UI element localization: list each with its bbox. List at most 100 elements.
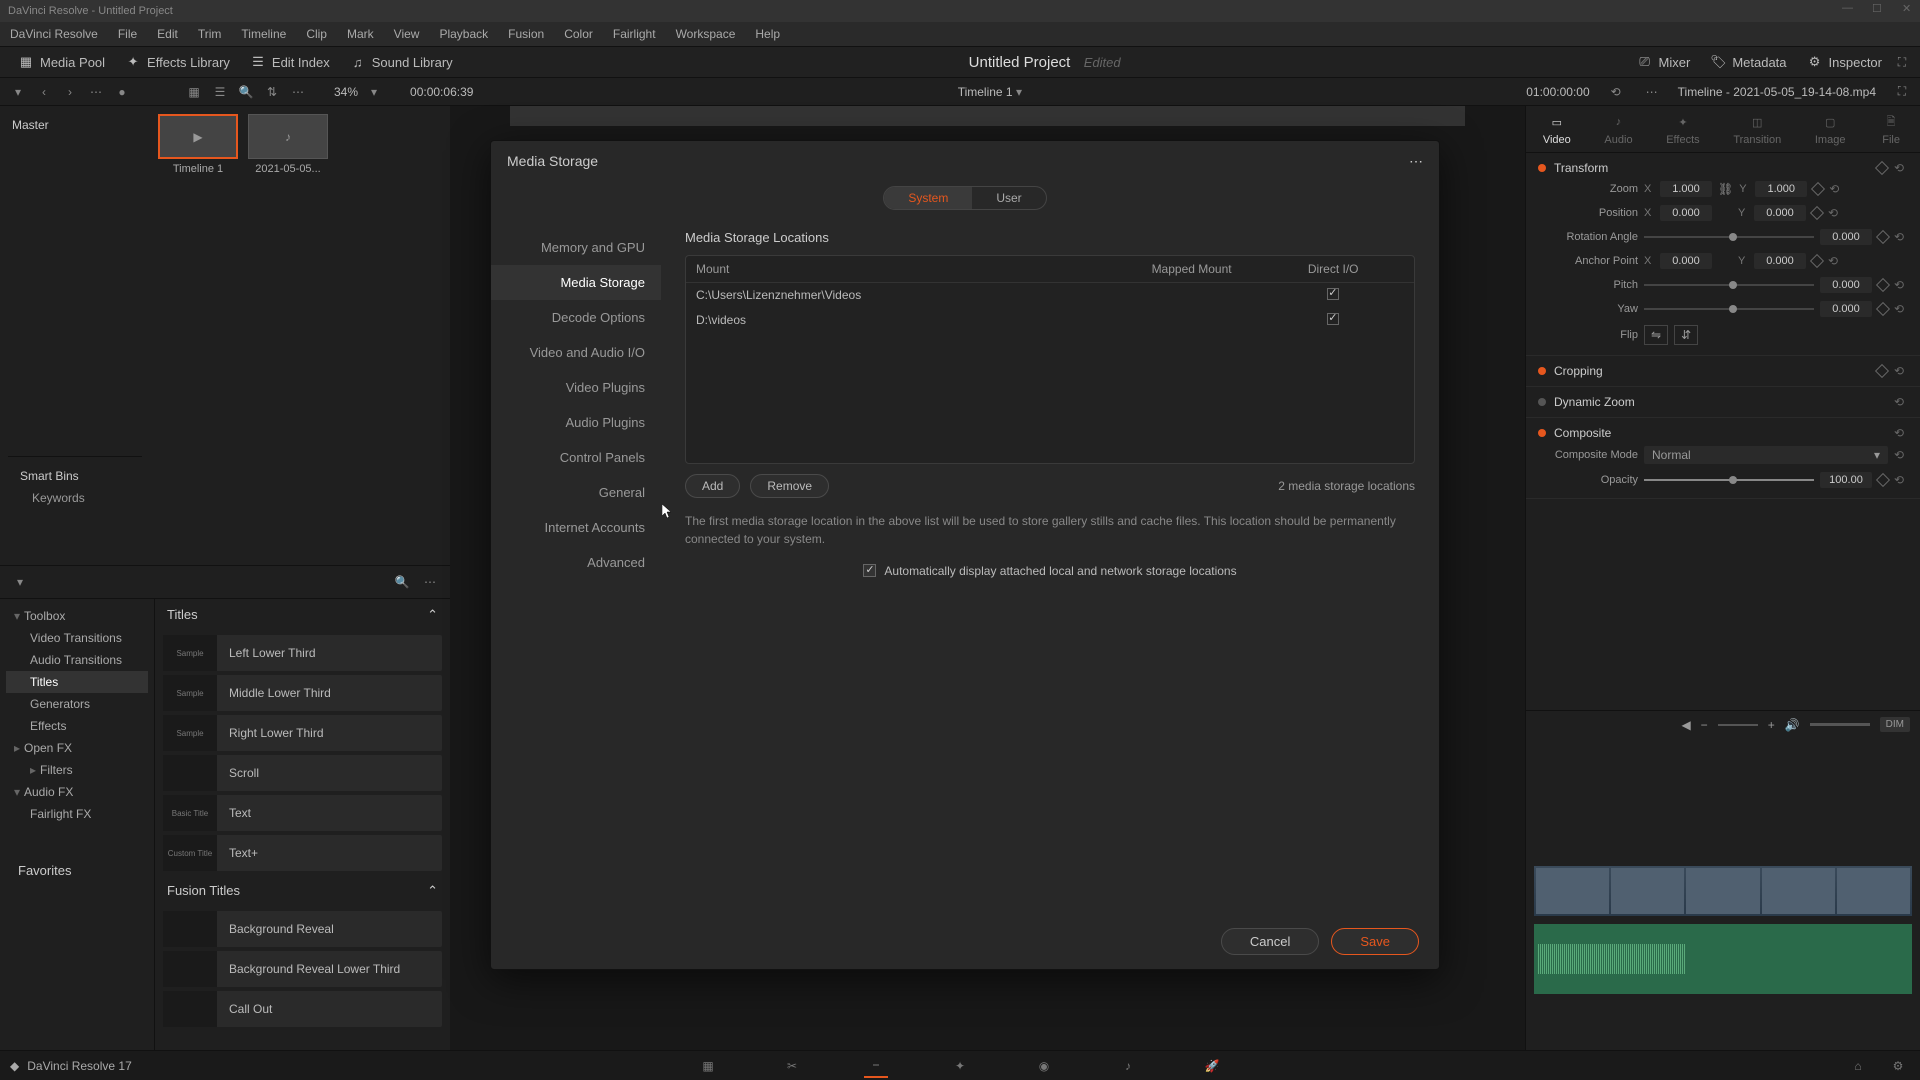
- fx-item[interactable]: Background Reveal: [163, 911, 442, 947]
- save-button[interactable]: Save: [1331, 928, 1419, 955]
- fx-item[interactable]: Background Reveal Lower Third: [163, 951, 442, 987]
- expand-inspector-icon[interactable]: ⛶: [1892, 82, 1912, 102]
- comp-mode-select[interactable]: Normal▾: [1644, 446, 1888, 464]
- audio-track[interactable]: [1534, 924, 1912, 994]
- reset-icon[interactable]: ⟲: [1894, 278, 1908, 292]
- media-page-icon[interactable]: ▦: [696, 1054, 720, 1078]
- fx-tree-video-transitions[interactable]: Video Transitions: [6, 627, 148, 649]
- viewer-options-icon[interactable]: ⋯: [1642, 82, 1662, 102]
- menu-fusion[interactable]: Fusion: [498, 23, 554, 45]
- keyframe-icon[interactable]: [1875, 364, 1889, 378]
- fx-tree-toolbox[interactable]: ▾Toolbox: [6, 605, 148, 627]
- sync-icon[interactable]: ⟲: [1606, 82, 1626, 102]
- collapse-icon[interactable]: ⌃: [427, 607, 438, 623]
- reset-icon[interactable]: ⟲: [1894, 302, 1908, 316]
- pitch-slider[interactable]: [1644, 284, 1814, 286]
- keyframe-icon[interactable]: [1876, 473, 1890, 487]
- col-mapped[interactable]: Mapped Mount: [1121, 262, 1263, 276]
- menu-timeline[interactable]: Timeline: [231, 23, 296, 45]
- zoom-level[interactable]: 34%: [334, 85, 358, 99]
- pitch-input[interactable]: 0.000: [1820, 277, 1872, 293]
- favorites-header[interactable]: Favorites: [6, 855, 148, 886]
- add-button[interactable]: Add: [685, 474, 740, 498]
- transform-header[interactable]: Transform ⟲: [1538, 159, 1908, 177]
- menu-clip[interactable]: Clip: [296, 23, 337, 45]
- list-view-icon[interactable]: ☰: [210, 82, 230, 102]
- fairlight-page-icon[interactable]: ♪: [1116, 1054, 1140, 1078]
- storage-row[interactable]: D:\videos: [686, 308, 1414, 333]
- clip-thumb[interactable]: ♪ 2021-05-05...: [248, 114, 328, 175]
- inspector-button[interactable]: ⚙Inspector: [1797, 50, 1892, 74]
- dim-button[interactable]: DIM: [1880, 717, 1910, 732]
- rotation-input[interactable]: 0.000: [1820, 229, 1872, 245]
- inspector-tab-effects[interactable]: ✦Effects: [1666, 112, 1699, 146]
- keyframe-icon[interactable]: [1811, 182, 1825, 196]
- system-tab[interactable]: System: [884, 187, 972, 209]
- flip-h-button[interactable]: ⇋: [1644, 325, 1668, 345]
- keywords-bin[interactable]: Keywords: [16, 487, 134, 509]
- fx-item[interactable]: Custom TitleText+: [163, 835, 442, 871]
- cut-page-icon[interactable]: ✂: [780, 1054, 804, 1078]
- deliver-page-icon[interactable]: 🚀: [1200, 1054, 1224, 1078]
- fx-tree-openfx[interactable]: ▸Open FX: [6, 737, 148, 759]
- fx-item[interactable]: SampleRight Lower Third: [163, 715, 442, 751]
- nav-prev-icon[interactable]: ‹: [34, 82, 54, 102]
- color-page-icon[interactable]: ◉: [1032, 1054, 1056, 1078]
- reset-icon[interactable]: ⟲: [1894, 395, 1908, 409]
- collapse-icon[interactable]: ⌃: [427, 883, 438, 899]
- col-directio[interactable]: Direct I/O: [1262, 262, 1404, 276]
- keyframe-icon[interactable]: [1875, 161, 1889, 175]
- expand-icon[interactable]: ⛶: [1892, 52, 1912, 72]
- fx-dropdown-icon[interactable]: ▾: [10, 572, 30, 592]
- yaw-slider[interactable]: [1644, 308, 1814, 310]
- enable-dot-icon[interactable]: [1538, 367, 1546, 375]
- media-pool-button[interactable]: ▦Media Pool: [8, 50, 115, 74]
- timeline-chevron-icon[interactable]: ▾: [1016, 85, 1022, 99]
- prev-frame-icon[interactable]: ◀: [1681, 718, 1690, 732]
- zoom-y-input[interactable]: 1.000: [1755, 181, 1807, 197]
- nav-next-icon[interactable]: ›: [60, 82, 80, 102]
- fx-options-icon[interactable]: ⋯: [420, 572, 440, 592]
- cropping-header[interactable]: Cropping ⟲: [1538, 362, 1908, 380]
- menu-playback[interactable]: Playback: [429, 23, 498, 45]
- nav-decode-options[interactable]: Decode Options: [491, 300, 661, 335]
- reset-icon[interactable]: ⟲: [1894, 426, 1908, 440]
- anchor-y-input[interactable]: 0.000: [1754, 253, 1806, 269]
- nav-video-plugins[interactable]: Video Plugins: [491, 370, 661, 405]
- zoom-x-input[interactable]: 1.000: [1660, 181, 1712, 197]
- directio-checkbox[interactable]: [1327, 313, 1339, 325]
- directio-checkbox[interactable]: [1327, 288, 1339, 300]
- clip-thumb[interactable]: ▶ Timeline 1: [158, 114, 238, 175]
- inspector-tab-video[interactable]: ▭Video: [1543, 112, 1571, 146]
- menu-edit[interactable]: Edit: [147, 23, 188, 45]
- timeline-name[interactable]: Timeline 1: [958, 85, 1013, 99]
- cancel-button[interactable]: Cancel: [1221, 928, 1319, 955]
- zoom-in-icon[interactable]: +: [1768, 718, 1775, 732]
- menu-workspace[interactable]: Workspace: [666, 23, 746, 45]
- keyframe-icon[interactable]: [1876, 278, 1890, 292]
- fx-item[interactable]: Scroll: [163, 755, 442, 791]
- fusion-page-icon[interactable]: ✦: [948, 1054, 972, 1078]
- keyframe-icon[interactable]: [1810, 206, 1824, 220]
- menu-help[interactable]: Help: [745, 23, 790, 45]
- sort-icon[interactable]: ⇅: [262, 82, 282, 102]
- auto-display-checkbox[interactable]: [863, 564, 876, 577]
- close-icon[interactable]: ✕: [1902, 2, 1916, 16]
- smart-bins-header[interactable]: Smart Bins: [16, 465, 134, 487]
- reset-icon[interactable]: ⟲: [1894, 230, 1908, 244]
- fx-tree-generators[interactable]: Generators: [6, 693, 148, 715]
- menu-fairlight[interactable]: Fairlight: [603, 23, 666, 45]
- nav-video-audio-io[interactable]: Video and Audio I/O: [491, 335, 661, 370]
- nav-audio-plugins[interactable]: Audio Plugins: [491, 405, 661, 440]
- anchor-x-input[interactable]: 0.000: [1660, 253, 1712, 269]
- pos-x-input[interactable]: 0.000: [1660, 205, 1712, 221]
- edit-page-icon[interactable]: ⎯: [864, 1054, 888, 1078]
- fx-tree-titles[interactable]: Titles: [6, 671, 148, 693]
- dialog-options-icon[interactable]: ⋯: [1409, 153, 1423, 170]
- record-icon[interactable]: ●: [112, 82, 132, 102]
- reset-icon[interactable]: ⟲: [1894, 161, 1908, 175]
- keyframe-icon[interactable]: [1876, 302, 1890, 316]
- reset-icon[interactable]: ⟲: [1894, 364, 1908, 378]
- master-bin[interactable]: Master: [8, 114, 142, 136]
- pos-y-input[interactable]: 0.000: [1754, 205, 1806, 221]
